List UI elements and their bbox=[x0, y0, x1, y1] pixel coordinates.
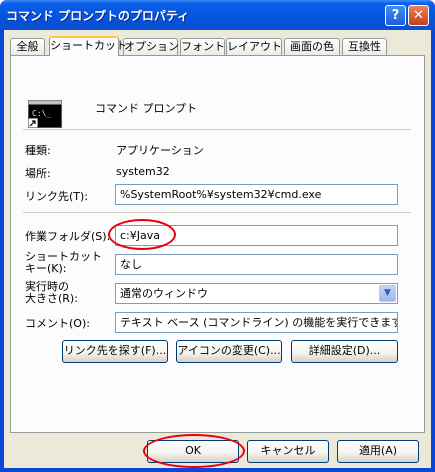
change-icon-button[interactable]: アイコンの変更(C)... bbox=[176, 340, 282, 363]
app-name: コマンド プロンプト bbox=[95, 102, 198, 115]
dialog-client: 全般 ショートカット オプション フォント レイアウト 画面の色 互換性 C:\… bbox=[4, 30, 431, 468]
location-value: system32 bbox=[116, 165, 170, 178]
tab-general[interactable]: 全般 bbox=[10, 38, 45, 55]
run-label-2: 大きさ(R): bbox=[25, 292, 78, 305]
run-select-value: 通常のウィンドウ bbox=[120, 287, 208, 300]
tab-layout[interactable]: レイアウト bbox=[226, 38, 282, 55]
tab-compatibility[interactable]: 互換性 bbox=[342, 38, 387, 55]
comment-label: コメント(O): bbox=[25, 317, 90, 330]
title-bar[interactable]: コマンド プロンプトのプロパティ ? ✕ bbox=[0, 0, 435, 30]
separator-1 bbox=[23, 129, 411, 130]
comment-input[interactable]: テキスト ベース (コマンドライン) の機能を実行できます。 bbox=[115, 312, 398, 333]
command-prompt-icon: C:\_ bbox=[28, 100, 62, 128]
location-label: 場所: bbox=[25, 167, 51, 180]
startin-label: 作業フォルダ(S): bbox=[25, 230, 111, 243]
tab-colors[interactable]: 画面の色 bbox=[284, 38, 340, 55]
shortcut-key-label-2: キー(K): bbox=[25, 262, 67, 275]
shortcut-key-input[interactable]: なし bbox=[115, 254, 398, 275]
chevron-down-icon[interactable]: ▼ bbox=[379, 285, 396, 302]
separator-2 bbox=[23, 212, 411, 213]
type-value: アプリケーション bbox=[116, 144, 204, 157]
svg-text:C:\_: C:\_ bbox=[32, 109, 51, 118]
tab-shortcut[interactable]: ショートカット bbox=[49, 36, 127, 56]
target-label: リンク先(T): bbox=[25, 190, 89, 203]
close-button[interactable]: ✕ bbox=[408, 5, 429, 26]
tab-font[interactable]: フォント bbox=[180, 38, 225, 55]
shortcut-panel: C:\_ コマンド プロンプト 種類: アプリケーション 場所: system3… bbox=[10, 55, 425, 433]
advanced-button[interactable]: 詳細設定(D)... bbox=[291, 340, 398, 363]
ok-button[interactable]: OK bbox=[147, 440, 239, 463]
help-button[interactable]: ? bbox=[385, 5, 406, 26]
type-label: 種類: bbox=[25, 144, 51, 157]
find-target-button[interactable]: リンク先を探す(F)... bbox=[62, 340, 168, 363]
run-select[interactable]: 通常のウィンドウ ▼ bbox=[115, 283, 398, 304]
tab-options[interactable]: オプション bbox=[123, 38, 179, 55]
window-title: コマンド プロンプトのプロパティ bbox=[6, 9, 190, 23]
startin-input[interactable]: c:¥Java bbox=[115, 225, 398, 246]
cancel-button[interactable]: キャンセル bbox=[247, 440, 329, 463]
properties-window: コマンド プロンプトのプロパティ ? ✕ 全般 ショートカット オプション フォ… bbox=[0, 0, 435, 472]
apply-button[interactable]: 適用(A) bbox=[337, 440, 419, 463]
target-input[interactable]: %SystemRoot%¥system32¥cmd.exe bbox=[115, 184, 398, 205]
